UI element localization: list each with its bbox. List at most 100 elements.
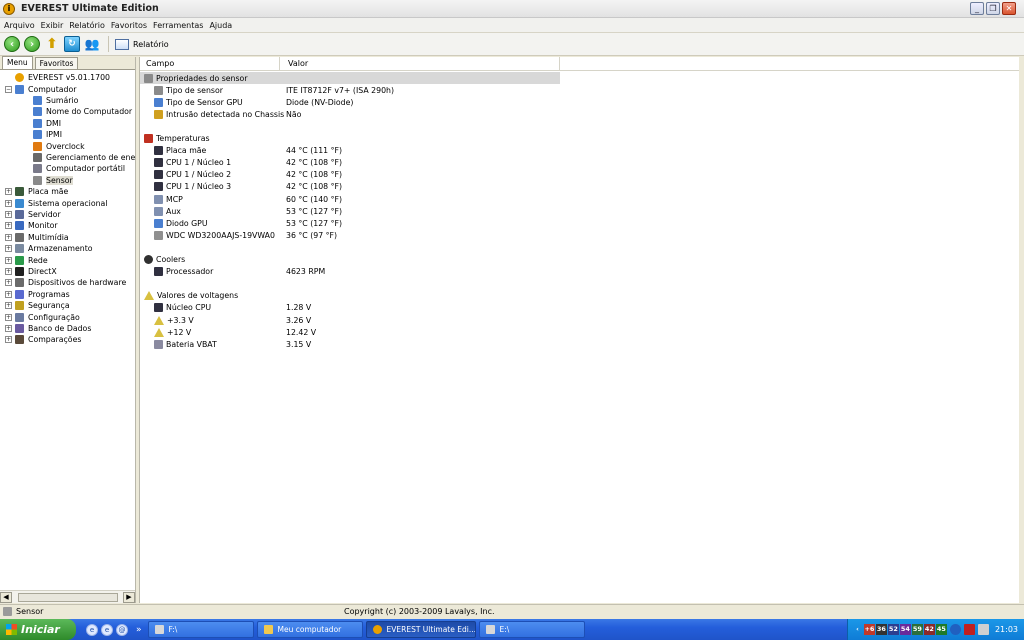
menu-favoritos[interactable]: Favoritos [111,21,147,30]
tray-sensor-value[interactable]: 54 [899,624,911,635]
expand-icon[interactable]: + [5,256,12,264]
expand-icon[interactable]: + [5,290,12,298]
tree-item[interactable]: + Servidor [5,209,61,220]
detail-row[interactable]: Intrusão detectada no Chassis Não [140,108,560,120]
detail-row[interactable]: Tipo de Sensor GPU Diode (NV-Diode) [140,96,560,108]
tray-sensor-value[interactable]: 59 [911,624,923,635]
tree-item[interactable]: + Multimídia [5,232,69,243]
scroll-thumb[interactable] [17,592,118,602]
tree-item[interactable]: + Banco de Dados [5,323,91,334]
start-button[interactable]: Iniciar [0,619,76,640]
quick-launch-icon[interactable]: e [86,623,98,636]
detail-row[interactable]: WDC WD3200AAJS-19VWA0 36 °C (97 °F) [140,229,560,241]
section-header[interactable]: Propriedades do sensor [140,72,560,84]
expand-icon[interactable]: + [5,267,12,275]
tray-sensor-value[interactable]: 36 [875,624,887,635]
detail-row[interactable]: Bateria VBAT 3.15 V [140,338,560,350]
tray-sensor-value[interactable]: 45 [935,624,947,635]
expand-icon[interactable]: + [5,336,12,344]
clock[interactable]: 21:03 [995,625,1018,634]
tree-item[interactable]: − Computador [5,83,76,94]
section-header[interactable]: Valores de voltagens [140,290,560,302]
tree-item[interactable]: Sensor [33,175,73,186]
tree-item[interactable]: DMI [33,118,61,129]
expand-icon[interactable]: + [5,233,12,241]
scroll-right-icon[interactable]: ▶ [123,591,135,603]
refresh-button[interactable]: ↻ [64,36,80,52]
detail-row[interactable]: +3.3 V 3.26 V [140,314,560,326]
taskbar-item[interactable]: Meu computador [256,621,363,638]
section-header[interactable]: Temperaturas [140,133,560,145]
menu-relatorio[interactable]: Relatório [69,21,105,30]
network-icon[interactable] [949,624,961,635]
detail-row[interactable]: Aux 53 °C (127 °F) [140,205,560,217]
tree-item[interactable]: + Sistema operacional [5,197,108,208]
detail-row[interactable]: CPU 1 / Núcleo 2 42 °C (108 °F) [140,169,560,181]
minimize-button[interactable]: _ [970,2,984,15]
tree-item[interactable]: + DirectX [5,266,57,277]
users-button[interactable]: 👥 [84,36,100,52]
expand-icon[interactable]: + [5,313,12,321]
horizontal-scrollbar[interactable]: ◀ ▶ [0,590,135,603]
tree-item[interactable]: Computador portátil [33,163,125,174]
tree-item[interactable]: + Monitor [5,220,58,231]
menu-ferramentas[interactable]: Ferramentas [153,21,203,30]
quick-launch-icon[interactable]: @ [116,623,128,636]
expand-icon[interactable]: + [5,245,12,253]
tree-item[interactable]: Sumário [33,95,78,106]
menu-arquivo[interactable]: Arquivo [4,21,35,30]
tree-item[interactable]: + Segurança [5,300,70,311]
expand-icon[interactable]: + [5,302,12,310]
detail-row[interactable]: CPU 1 / Núcleo 1 42 °C (108 °F) [140,157,560,169]
taskbar-item-active[interactable]: EVEREST Ultimate Edi... [365,621,476,638]
section-header[interactable]: Coolers [140,254,560,266]
menu-ajuda[interactable]: Ajuda [209,21,232,30]
column-campo[interactable]: Campo [140,56,280,71]
tree-item[interactable]: Overclock [33,140,85,151]
tree-item[interactable]: + Dispositivos de hardware [5,277,126,288]
scroll-left-icon[interactable]: ◀ [0,591,12,603]
tray-sensor-value[interactable]: 52 [887,624,899,635]
detail-row[interactable]: CPU 1 / Núcleo 3 42 °C (108 °F) [140,181,560,193]
detail-row[interactable]: +12 V 12.42 V [140,326,560,338]
detail-row[interactable]: Núcleo CPU 1.28 V [140,302,560,314]
tree-item[interactable]: + Armazenamento [5,243,93,254]
detail-row[interactable]: Tipo de sensor ITE IT8712F v7+ (ISA 290h) [140,84,560,96]
tree-item[interactable]: Nome do Computador [33,106,132,117]
close-button[interactable]: ✕ [1002,2,1016,15]
tree-item[interactable]: IPMI [33,129,62,140]
detail-row[interactable]: Placa mãe 44 °C (111 °F) [140,145,560,157]
expand-icon[interactable]: + [5,188,12,196]
up-button[interactable]: ⬆ [44,36,60,52]
tree-item[interactable]: + Configuração [5,311,80,322]
taskbar-item[interactable]: F:\ [147,621,254,638]
tray-collapse-icon[interactable]: ‹ [852,624,863,635]
tray-sensor-value[interactable]: 42 [923,624,935,635]
expand-icon[interactable]: + [5,210,12,218]
collapse-icon[interactable]: − [5,85,12,93]
detail-row[interactable]: MCP 60 °C (140 °F) [140,193,560,205]
report-button[interactable]: Relatório [115,38,169,50]
expand-icon[interactable]: + [5,324,12,332]
column-valor[interactable]: Valor [280,56,560,71]
detail-row[interactable]: Diodo GPU 53 °C (127 °F) [140,217,560,229]
taskbar-item[interactable]: E:\ [478,621,585,638]
tree-item[interactable]: + Rede [5,254,48,265]
volume-icon[interactable] [977,624,989,635]
tab-menu[interactable]: Menu [2,56,33,69]
tree-item[interactable]: + Comparações [5,334,81,345]
firewall-icon[interactable] [963,624,975,635]
tree-item[interactable]: + Programas [5,289,70,300]
quick-launch-chevron-icon[interactable]: » [136,625,142,635]
expand-icon[interactable]: + [5,222,12,230]
detail-row[interactable]: Processador 4623 RPM [140,266,560,278]
menu-exibir[interactable]: Exibir [41,21,64,30]
restore-button[interactable]: ❐ [986,2,1000,15]
tree-item[interactable]: + Placa mãe [5,186,68,197]
tray-sensor-value[interactable]: +6 [863,624,875,635]
quick-launch-icon[interactable]: e [101,623,113,636]
tab-favoritos[interactable]: Favoritos [34,57,79,69]
forward-button[interactable]: › [24,36,40,52]
expand-icon[interactable]: + [5,199,12,207]
expand-icon[interactable]: + [5,279,12,287]
